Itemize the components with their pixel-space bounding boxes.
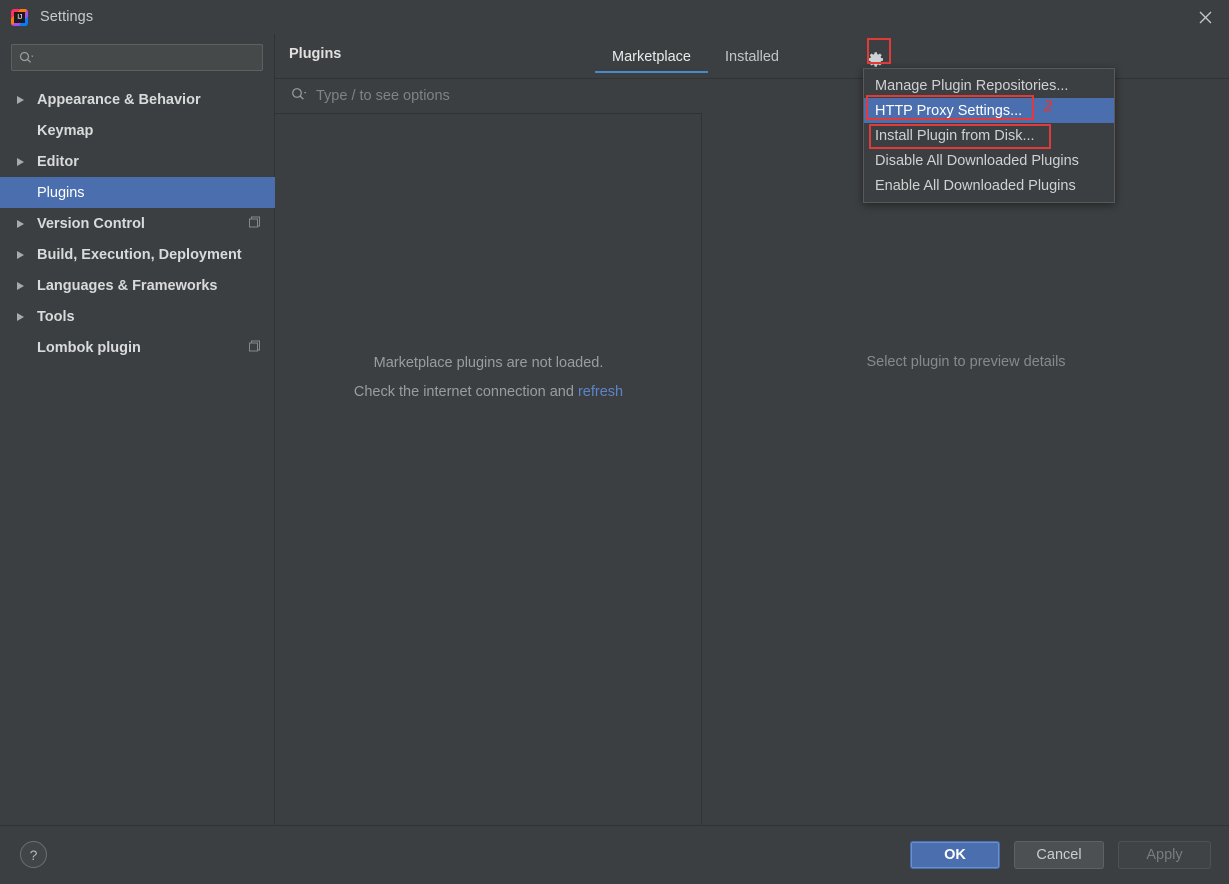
sidebar-item-tools[interactable]: Tools [0,301,275,332]
apply-button[interactable]: Apply [1118,841,1211,869]
sidebar-item-label: Languages & Frameworks [37,278,218,294]
chevron-right-icon[interactable] [16,95,32,105]
plugin-options-menu: Manage Plugin Repositories...HTTP Proxy … [863,68,1115,203]
plugin-search-field[interactable]: Type / to see options [275,79,702,114]
sidebar-item-label: Plugins [37,185,85,201]
sidebar-item-label: Tools [37,309,75,325]
sidebar-item-label: Editor [37,154,79,170]
settings-search-field[interactable] [11,44,263,71]
window-title: Settings [40,9,93,25]
refresh-link[interactable]: refresh [578,384,623,400]
marketplace-empty-state: Marketplace plugins are not loaded. Chec… [275,349,702,407]
intellij-idea-icon: IJ [11,9,28,26]
plugin-list-pane: Type / to see options Marketplace plugin… [275,79,702,825]
title-bar: IJ Settings [0,0,1229,34]
empty-state-line1: Marketplace plugins are not loaded. [275,349,702,378]
copy-settings-icon[interactable] [248,215,261,232]
close-icon[interactable] [1181,0,1229,34]
help-icon[interactable]: ? [20,841,47,868]
menu-item-install-plugin-from-disk[interactable]: Install Plugin from Disk... [864,123,1114,148]
search-icon [291,87,307,106]
page-title: Plugins [289,46,341,62]
sidebar-item-label: Lombok plugin [37,340,141,356]
cancel-button[interactable]: Cancel [1014,841,1104,869]
chevron-right-icon[interactable] [16,157,32,167]
tab-marketplace[interactable]: Marketplace [595,34,708,79]
settings-tree: Appearance & Behavior Keymap Editor Plugins… [0,84,275,363]
plugin-search-placeholder: Type / to see options [316,88,450,104]
sidebar-item-build-execution-deployment[interactable]: Build, Execution, Deployment [0,239,275,270]
menu-item-enable-all-downloaded-plugins[interactable]: Enable All Downloaded Plugins [864,173,1114,198]
settings-search-input[interactable] [34,50,262,66]
empty-state-line2: Check the internet connection and refres… [275,378,702,407]
help-label: ? [30,847,38,863]
sidebar-item-languages-frameworks[interactable]: Languages & Frameworks [0,270,275,301]
search-icon [19,51,34,64]
copy-settings-icon[interactable] [248,339,261,356]
menu-item-manage-plugin-repositories[interactable]: Manage Plugin Repositories... [864,73,1114,98]
plugins-tabs: MarketplaceInstalled [595,34,796,79]
sidebar-item-label: Build, Execution, Deployment [37,247,242,263]
sidebar-item-label: Keymap [37,123,93,139]
menu-item-disable-all-downloaded-plugins[interactable]: Disable All Downloaded Plugins [864,148,1114,173]
chevron-right-icon[interactable] [16,312,32,322]
sidebar-item-editor[interactable]: Editor [0,146,275,177]
chevron-right-icon[interactable] [16,281,32,291]
sidebar-item-label: Version Control [37,216,145,232]
settings-sidebar: Appearance & Behavior Keymap Editor Plugins… [0,34,275,825]
annotation-marker-2: 2 [1044,96,1053,116]
empty-state-line2-prefix: Check the internet connection and [354,384,578,400]
detail-placeholder-text: Select plugin to preview details [703,354,1229,370]
tab-installed[interactable]: Installed [708,34,796,79]
sidebar-item-plugins[interactable]: Plugins [0,177,275,208]
sidebar-item-label: Appearance & Behavior [37,92,201,108]
sidebar-item-keymap[interactable]: Keymap [0,115,275,146]
settings-dialog: IJ Settings Appearance & Behavior Keymap E… [0,0,1229,884]
ok-button[interactable]: OK [910,841,1000,869]
chevron-right-icon[interactable] [16,250,32,260]
menu-item-http-proxy-settings[interactable]: HTTP Proxy Settings... [864,98,1114,123]
sidebar-item-lombok-plugin[interactable]: Lombok plugin [0,332,275,363]
sidebar-item-version-control[interactable]: Version Control [0,208,275,239]
sidebar-item-appearance-behavior[interactable]: Appearance & Behavior [0,84,275,115]
chevron-right-icon[interactable] [16,219,32,229]
